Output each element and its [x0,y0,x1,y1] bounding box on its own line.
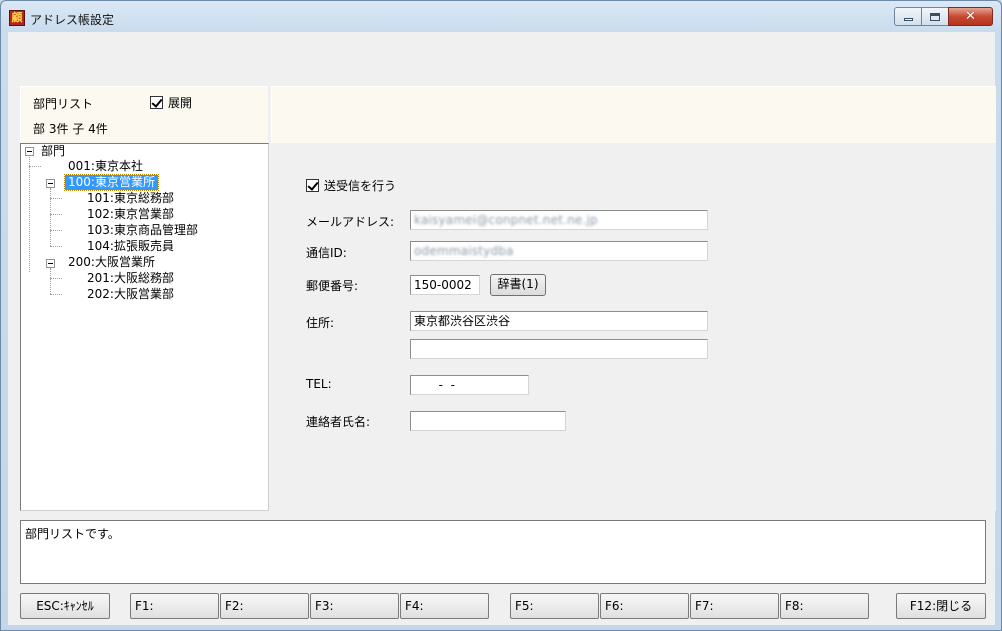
expand-checkbox-label: 展開 [168,96,193,110]
function-key-bar: ESC:ｷｬﾝｾﾙ F1: F2: F3: F4: F5: F6: F7: F8… [8,593,995,619]
postal-field[interactable]: 150-0002 [410,275,480,295]
dept-list-header: 部門リスト 展開 部 3件 子 4件 [20,86,268,143]
mail-label: メールアドレス: [306,215,395,229]
tel-field[interactable]: - - [410,375,529,395]
dept-list-title: 部門リスト [33,97,94,111]
client-area: 部門リスト 展開 部 3件 子 4件 部門 001:東京本社 100:東京営業所… [8,32,996,625]
comm-id-label: 通信ID: [306,246,347,260]
dictionary-button[interactable]: 辞書(1) [490,274,546,296]
dept-tree[interactable]: 部門 001:東京本社 100:東京営業所 101:東京総務部 102:東京営業… [20,143,269,511]
f3-button[interactable]: F3: [310,593,399,619]
detail-form: 送受信を行う メールアドレス: kaisyamei@conpnet.net.ne… [271,143,996,511]
tree-node[interactable]: 202:大阪営業部 [84,287,177,302]
status-message: 部門リストです。 [25,527,120,541]
window-title: アドレス帳設定 [30,13,115,27]
f6-button[interactable]: F6: [600,593,689,619]
tree-line [50,230,62,231]
tree-line [50,294,62,295]
maximize-icon [930,12,940,21]
tree-line [50,188,51,246]
tree-line [29,166,41,167]
close-button[interactable]: ✕ [948,7,993,26]
detail-banner [271,86,996,143]
collapse-icon[interactable] [46,259,55,268]
dept-count-text: 部 3件 子 4件 [33,122,108,136]
send-receive-checkbox[interactable]: 送受信を行う [306,177,396,194]
collapse-icon[interactable] [46,179,55,188]
app-window: 顧 アドレス帳設定 ✕ 部門リスト 展開 部 3件 子 4件 部門 001:東京… [0,0,1002,631]
tree-node[interactable]: 101:東京総務部 [84,191,177,206]
tree-node[interactable]: 104:拡張販売員 [84,239,177,254]
app-logo-icon[interactable]: 顧 [9,10,25,26]
tree-node[interactable]: 200:大阪営業所 [65,255,158,270]
esc-cancel-button[interactable]: ESC:ｷｬﾝｾﾙ [20,593,110,619]
minimize-icon [903,18,913,21]
tree-line [29,157,30,272]
title-bar[interactable]: 顧 アドレス帳設定 ✕ [1,1,1001,31]
contact-field[interactable] [410,411,566,431]
comm-id-value: odemmaistydba [414,244,514,258]
tel-label: TEL: [306,377,332,391]
postal-label: 郵便番号: [306,279,359,293]
collapse-icon[interactable] [25,147,34,156]
send-receive-label: 送受信を行う [324,179,397,193]
tree-line [50,268,51,294]
address2-field[interactable] [410,339,708,359]
tree-node[interactable]: 102:東京営業部 [84,207,177,222]
f1-button[interactable]: F1: [130,593,219,619]
maximize-button[interactable] [921,7,948,26]
caption-buttons: ✕ [894,7,993,26]
tree-node-selected[interactable]: 100:東京営業所 [64,174,159,191]
f4-button[interactable]: F4: [400,593,489,619]
status-message-box: 部門リストです。 [20,520,986,584]
expand-checkbox-box[interactable] [150,96,163,109]
tree-node[interactable]: 001:東京本社 [65,159,146,174]
f7-button[interactable]: F7: [690,593,779,619]
f12-close-button[interactable]: F12:閉じる [896,593,986,619]
address1-field[interactable]: 東京都渋谷区渋谷 [410,311,708,331]
f2-button[interactable]: F2: [220,593,309,619]
address-label: 住所: [306,316,335,330]
f5-button[interactable]: F5: [510,593,599,619]
comm-id-field[interactable]: odemmaistydba [410,241,708,261]
tree-line [50,214,62,215]
send-receive-checkbox-box[interactable] [306,179,319,192]
minimize-button[interactable] [894,7,921,26]
mail-field[interactable]: kaisyamei@conpnet.net.ne.jp [410,210,708,230]
close-icon: ✕ [965,9,976,24]
tree-line [50,198,62,199]
tree-line [50,278,62,279]
tree-root[interactable]: 部門 [38,144,68,159]
contact-label: 連絡者氏名: [306,415,371,429]
tree-node[interactable]: 103:東京商品管理部 [84,223,201,238]
expand-checkbox[interactable]: 展開 [150,94,192,111]
tree-line [50,246,62,247]
tree-node[interactable]: 201:大阪総務部 [84,271,177,286]
f8-button[interactable]: F8: [780,593,869,619]
mail-value: kaisyamei@conpnet.net.ne.jp [414,213,598,227]
